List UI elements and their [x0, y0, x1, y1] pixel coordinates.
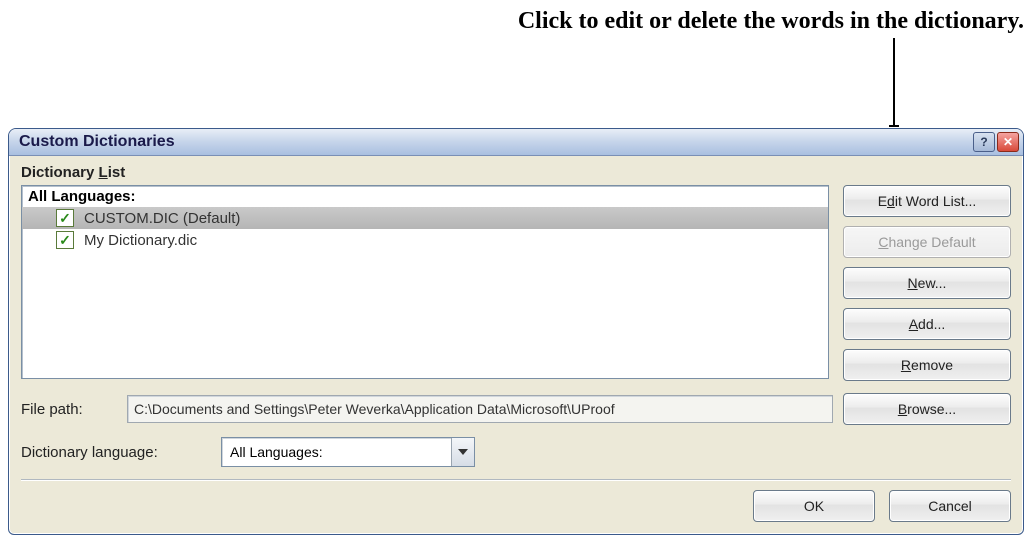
chevron-down-icon	[458, 449, 468, 455]
btn-label: Cancel	[928, 498, 972, 514]
add-button[interactable]: Add...	[843, 308, 1011, 340]
list-group-header: All Languages:	[22, 186, 828, 207]
dialog-content: Dictionary List All Languages: ✓ CUSTOM.…	[9, 156, 1023, 534]
dictionary-list-label: Dictionary List	[21, 164, 1011, 181]
combo-value: All Languages:	[222, 444, 451, 460]
btn-mnemonic: R	[901, 357, 911, 373]
btn-part: dd...	[918, 316, 945, 332]
check-icon: ✓	[59, 211, 71, 225]
btn-part: ew...	[918, 275, 947, 291]
cancel-button[interactable]: Cancel	[889, 490, 1011, 522]
dictionary-language-label: Dictionary language:	[21, 444, 211, 461]
btn-part: E	[878, 193, 887, 209]
list-item[interactable]: ✓ CUSTOM.DIC (Default)	[22, 207, 828, 229]
annotation-text: Click to edit or delete the words in the…	[518, 8, 1024, 35]
file-path-label: File path:	[21, 401, 117, 418]
checkbox[interactable]: ✓	[56, 231, 74, 249]
callout-line	[893, 38, 895, 126]
btn-part: emove	[911, 357, 953, 373]
ok-button[interactable]: OK	[753, 490, 875, 522]
help-icon: ?	[980, 135, 987, 149]
check-icon: ✓	[59, 233, 71, 247]
btn-label: OK	[804, 498, 824, 514]
dictionary-language-combo[interactable]: All Languages:	[221, 437, 475, 467]
new-button[interactable]: New...	[843, 267, 1011, 299]
list-item[interactable]: ✓ My Dictionary.dic	[22, 229, 828, 251]
custom-dictionaries-dialog: Custom Dictionaries ? ✕ Dictionary List …	[8, 128, 1024, 535]
help-button[interactable]: ?	[973, 132, 995, 152]
btn-part: rowse...	[907, 401, 956, 417]
list-item-label: My Dictionary.dic	[84, 232, 197, 249]
list-item-label: CUSTOM.DIC (Default)	[84, 210, 240, 227]
window-title: Custom Dictionaries	[19, 133, 971, 151]
btn-part: it Word List...	[895, 193, 976, 209]
remove-button[interactable]: Remove	[843, 349, 1011, 381]
label-part: Dictionary	[21, 164, 99, 181]
btn-mnemonic: A	[909, 316, 918, 332]
dictionary-listbox[interactable]: All Languages: ✓ CUSTOM.DIC (Default) ✓ …	[21, 185, 829, 379]
btn-part: hange Default	[888, 234, 975, 250]
browse-button[interactable]: Browse...	[843, 393, 1011, 425]
close-button[interactable]: ✕	[997, 132, 1019, 152]
combo-dropdown-button[interactable]	[451, 438, 474, 466]
btn-mnemonic: C	[878, 234, 888, 250]
edit-word-list-button[interactable]: Edit Word List...	[843, 185, 1011, 217]
btn-mnemonic: N	[908, 275, 918, 291]
btn-mnemonic: d	[887, 193, 895, 209]
file-path-field: C:\Documents and Settings\Peter Weverka\…	[127, 395, 833, 423]
btn-mnemonic: B	[898, 401, 907, 417]
checkbox[interactable]: ✓	[56, 209, 74, 227]
titlebar[interactable]: Custom Dictionaries ? ✕	[9, 129, 1023, 156]
label-mnemonic: L	[99, 164, 108, 181]
label-part: ist	[108, 164, 126, 181]
close-icon: ✕	[1003, 135, 1013, 149]
change-default-button: Change Default	[843, 226, 1011, 258]
